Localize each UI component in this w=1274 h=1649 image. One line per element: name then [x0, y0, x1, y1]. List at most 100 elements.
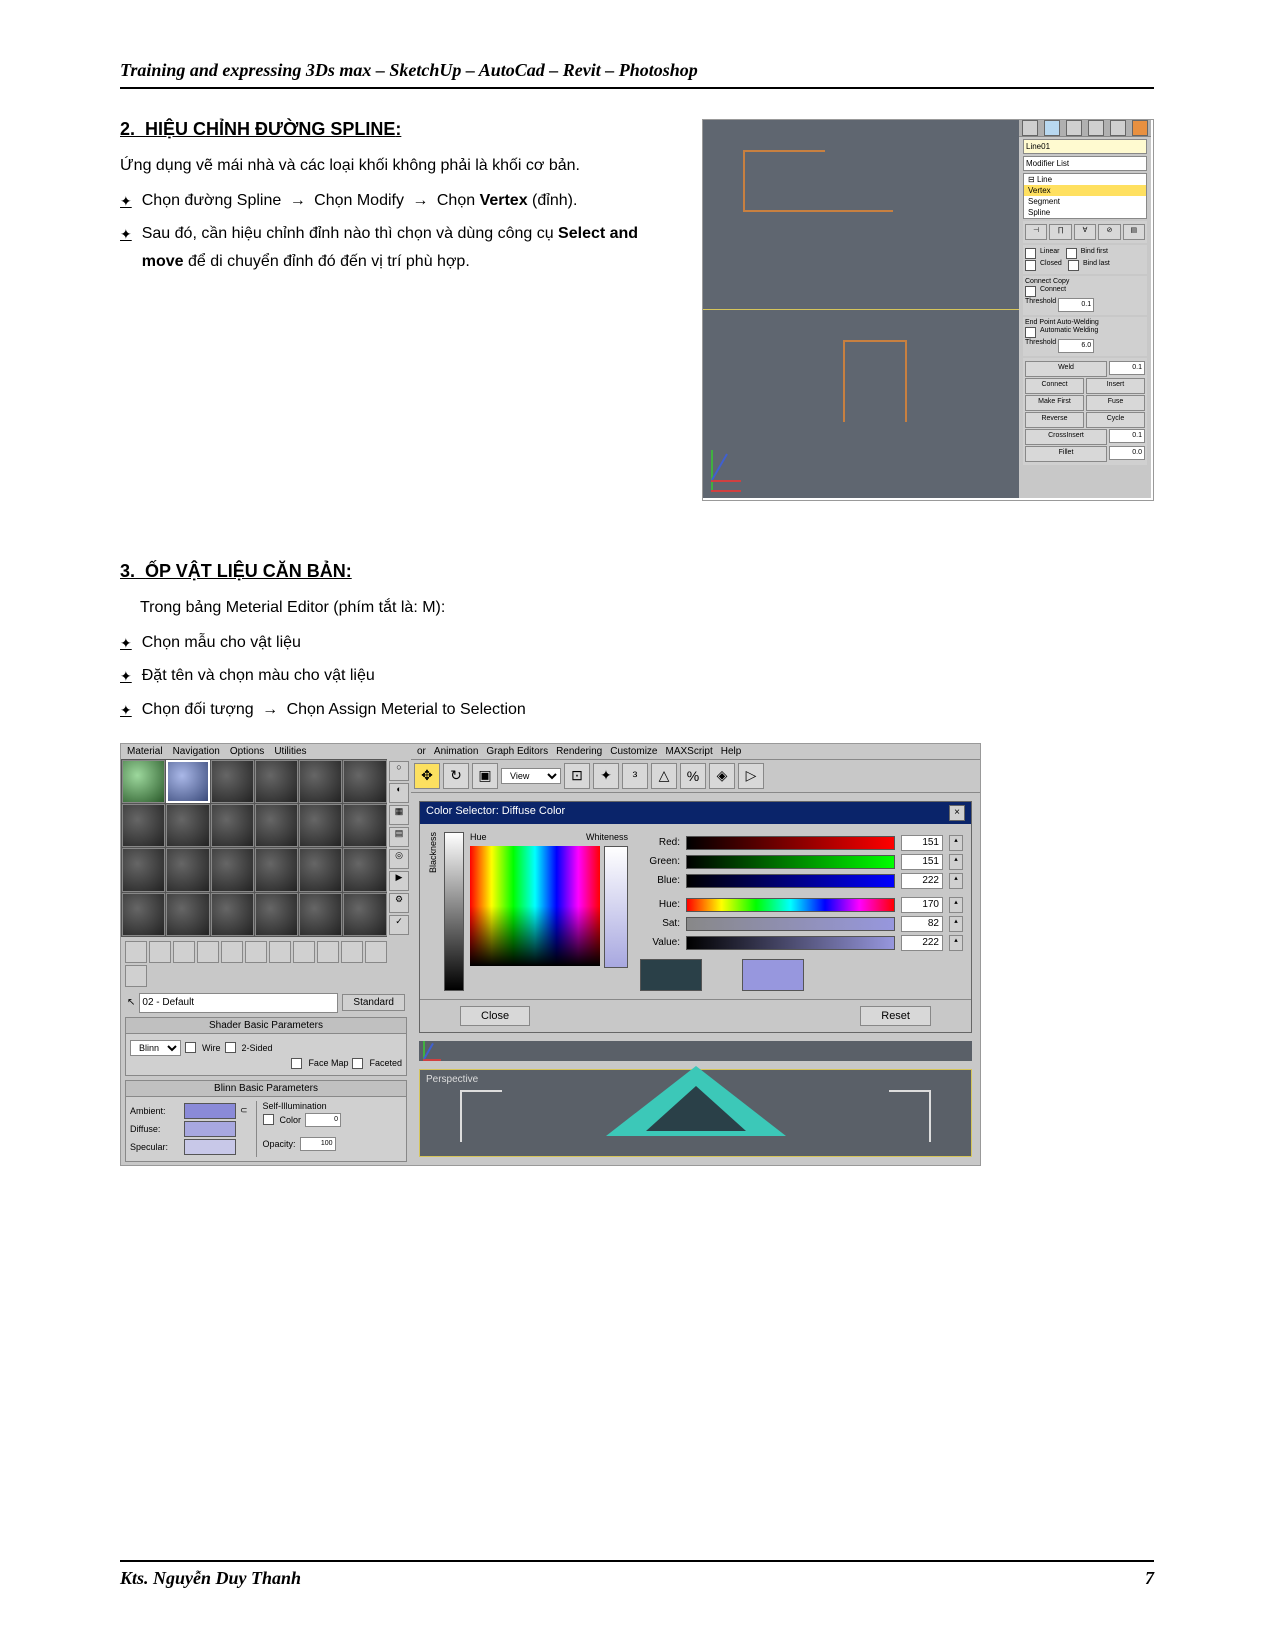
go-to-parent-button[interactable] [365, 941, 387, 963]
material-slot[interactable] [122, 804, 165, 847]
object-name-field[interactable]: Line01 [1023, 139, 1147, 154]
material-slot[interactable] [255, 893, 298, 936]
select-by-mat-button[interactable]: ✓ [389, 915, 409, 935]
show-end-result-button[interactable] [341, 941, 363, 963]
green-spinner[interactable]: ▴ [949, 854, 963, 870]
make-unique-button[interactable] [245, 941, 267, 963]
mat-menu-material[interactable]: Material [127, 746, 163, 757]
facemap-checkbox[interactable] [291, 1058, 302, 1069]
green-slider[interactable] [686, 855, 895, 869]
mat-menu-options[interactable]: Options [230, 746, 264, 757]
material-slot[interactable] [343, 760, 386, 803]
close-button[interactable]: × [949, 805, 965, 821]
red-value[interactable]: 151 [901, 835, 943, 851]
sbp-header[interactable]: Shader Basic Parameters [126, 1018, 406, 1034]
green-value[interactable]: 151 [901, 854, 943, 870]
menu-maxscript[interactable]: MAXScript [665, 746, 712, 757]
mat-menu-utilities[interactable]: Utilities [274, 746, 306, 757]
modify-tab[interactable] [1044, 120, 1060, 136]
put-to-scene-button[interactable] [149, 941, 171, 963]
material-slot[interactable] [122, 848, 165, 891]
backlight-button[interactable]: ◐ [389, 783, 409, 803]
modifier-list-dropdown[interactable]: Modifier List [1023, 156, 1147, 171]
threshold2-value[interactable]: 6.0 [1058, 339, 1094, 353]
hue-value[interactable]: 170 [901, 897, 943, 913]
material-slot[interactable] [166, 893, 209, 936]
show-end-button[interactable]: ∏ [1049, 224, 1071, 240]
ref-coord-dropdown[interactable]: View [501, 768, 561, 784]
faceted-checkbox[interactable] [352, 1058, 363, 1069]
make-preview-button[interactable]: ▶ [389, 871, 409, 891]
make-unique-button[interactable]: ∀ [1074, 224, 1096, 240]
diffuse-swatch[interactable] [184, 1121, 236, 1137]
material-slot[interactable] [211, 893, 254, 936]
linear-checkbox[interactable] [1025, 248, 1036, 259]
material-slot[interactable] [299, 893, 342, 936]
weld-value[interactable]: 0.1 [1109, 361, 1145, 375]
lock-icon[interactable]: ⊂ [240, 1105, 248, 1116]
color-selector-titlebar[interactable]: Color Selector: Diffuse Color× [420, 802, 971, 824]
hue-slider[interactable] [686, 898, 895, 912]
cycle-button[interactable]: Cycle [1086, 412, 1145, 428]
sat-spinner[interactable]: ▴ [949, 916, 963, 932]
bbp-header[interactable]: Blinn Basic Parameters [126, 1081, 406, 1097]
utilities-tab[interactable] [1132, 120, 1148, 136]
selfcolor-value[interactable]: 0 [305, 1113, 341, 1127]
selfcolor-checkbox[interactable] [263, 1114, 274, 1125]
video-check-button[interactable]: ◎ [389, 849, 409, 869]
blue-value[interactable]: 222 [901, 873, 943, 889]
val-value[interactable]: 222 [901, 935, 943, 951]
2sided-checkbox[interactable] [225, 1042, 236, 1053]
bindfirst-checkbox[interactable] [1066, 248, 1077, 259]
angle-snap-button[interactable]: △ [651, 763, 677, 789]
specular-swatch[interactable] [184, 1139, 236, 1155]
pin-stack-button[interactable]: ⊣ [1025, 224, 1047, 240]
scale-tool-button[interactable]: ▣ [472, 763, 498, 789]
connect-button[interactable]: Connect [1025, 378, 1084, 394]
blue-spinner[interactable]: ▴ [949, 873, 963, 889]
sat-value[interactable]: 82 [901, 916, 943, 932]
assign-to-selection-button[interactable] [173, 941, 195, 963]
menu-grapheditors[interactable]: Graph Editors [486, 746, 548, 757]
material-slot[interactable] [343, 848, 386, 891]
fuse-button[interactable]: Fuse [1086, 395, 1145, 411]
rotate-tool-button[interactable]: ↻ [443, 763, 469, 789]
spinner-snap-button[interactable]: ◈ [709, 763, 735, 789]
fillet-value[interactable]: 0.0 [1109, 446, 1145, 460]
material-slot[interactable] [211, 760, 254, 803]
use-center-button[interactable]: ⊡ [564, 763, 590, 789]
material-slot[interactable] [299, 848, 342, 891]
named-sel-button[interactable]: ▷ [738, 763, 764, 789]
red-spinner[interactable]: ▴ [949, 835, 963, 851]
material-slot-active[interactable] [166, 760, 209, 803]
material-type-button[interactable]: Standard [342, 994, 405, 1011]
wire-checkbox[interactable] [185, 1042, 196, 1053]
snap-toggle-button[interactable]: ³ [622, 763, 648, 789]
material-slot[interactable] [211, 848, 254, 891]
viewport[interactable] [703, 120, 1019, 498]
close-button[interactable]: Close [460, 1006, 530, 1026]
move-tool-button[interactable]: ✥ [414, 763, 440, 789]
sat-slider[interactable] [686, 917, 895, 931]
select-manip-button[interactable]: ✦ [593, 763, 619, 789]
hierarchy-tab[interactable] [1066, 120, 1082, 136]
closed-checkbox[interactable] [1025, 260, 1036, 271]
reset-button[interactable]: Reset [860, 1006, 931, 1026]
make-copy-button[interactable] [221, 941, 243, 963]
stack-segment[interactable]: Segment [1024, 196, 1146, 207]
modifier-stack[interactable]: ⊟ Line Vertex Segment Spline [1023, 173, 1147, 219]
config-button[interactable]: ▤ [1123, 224, 1145, 240]
hue-spinner[interactable]: ▴ [949, 897, 963, 913]
material-slot[interactable] [255, 804, 298, 847]
ambient-swatch[interactable] [184, 1103, 236, 1119]
crossinsert-value[interactable]: 0.1 [1109, 429, 1145, 443]
put-to-library-button[interactable] [269, 941, 291, 963]
makefirst-button[interactable]: Make First [1025, 395, 1084, 411]
menu-rendering[interactable]: Rendering [556, 746, 602, 757]
display-tab[interactable] [1110, 120, 1126, 136]
pick-icon[interactable]: ↖ [127, 997, 135, 1008]
material-id-button[interactable] [293, 941, 315, 963]
material-slot[interactable] [299, 760, 342, 803]
material-slot[interactable] [255, 760, 298, 803]
sample-uv-button[interactable]: ▤ [389, 827, 409, 847]
